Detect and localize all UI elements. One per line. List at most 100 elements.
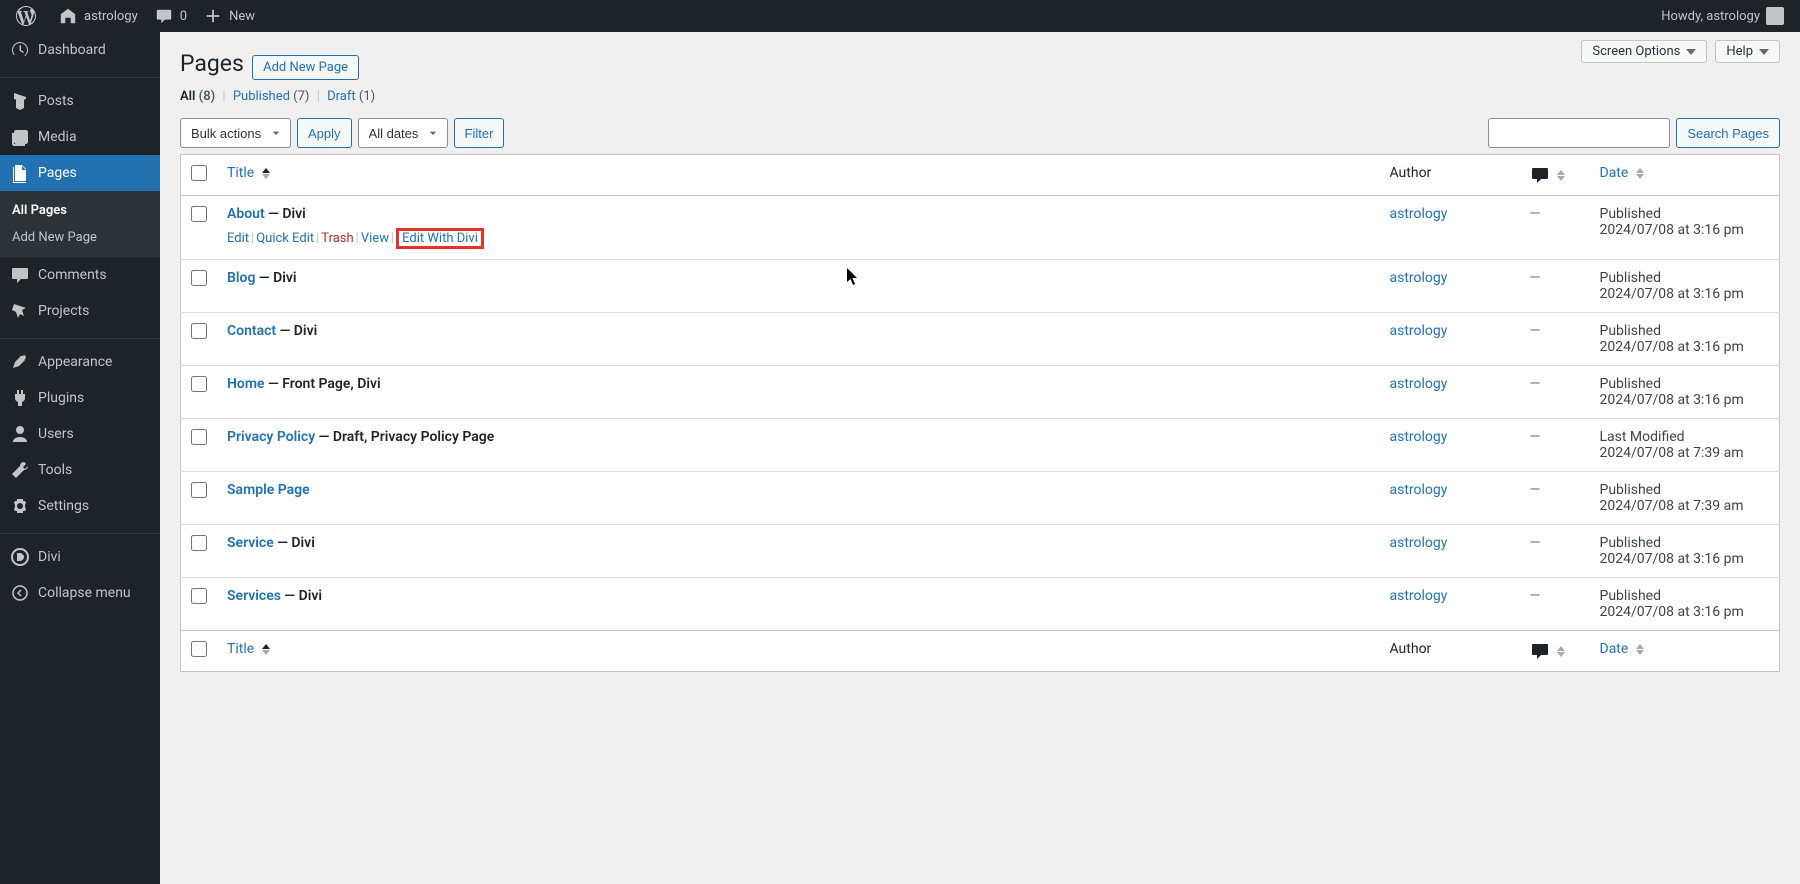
new-content-link[interactable]: New (195, 0, 263, 32)
page-title-link[interactable]: Blog (227, 270, 255, 286)
page-title-link[interactable]: Contact (227, 323, 276, 339)
page-title-link[interactable]: Home (227, 376, 265, 392)
row-checkbox[interactable] (191, 482, 207, 498)
row-checkbox[interactable] (191, 429, 207, 445)
author-link[interactable]: astrology (1390, 588, 1448, 604)
sidebar-item-divi[interactable]: Divi (0, 539, 160, 575)
sidebar-item-settings[interactable]: Settings (0, 488, 160, 524)
chevron-down-icon (1686, 49, 1696, 55)
sidebar-subitem[interactable]: Add New Page (0, 224, 160, 251)
col-header-author[interactable]: Author (1380, 155, 1520, 196)
comment-bubble-icon (1530, 167, 1553, 183)
sidebar-subitem[interactable]: All Pages (0, 197, 160, 224)
filter-all[interactable]: All (8) (180, 89, 215, 104)
comments-count: — (1530, 535, 1541, 551)
sidebar-item-appearance[interactable]: Appearance (0, 344, 160, 380)
col-footer-date[interactable]: Date (1590, 631, 1780, 672)
user-greeting[interactable]: Howdy, astrology (1653, 0, 1792, 32)
date-value: 2024/07/08 at 7:39 am (1600, 498, 1770, 514)
author-link[interactable]: astrology (1390, 429, 1448, 445)
search-pages-button[interactable]: Search Pages (1676, 118, 1780, 148)
table-row: Blog — Diviastrology—Published2024/07/08… (181, 260, 1780, 313)
sidebar-item-comments[interactable]: Comments (0, 257, 160, 293)
wp-logo[interactable] (8, 0, 50, 32)
filter-button[interactable]: Filter (454, 118, 505, 148)
sidebar-item-label: Dashboard (38, 42, 106, 58)
col-footer-title[interactable]: Title (217, 631, 1380, 672)
sidebar-item-dashboard[interactable]: Dashboard (0, 32, 160, 68)
edit-with-divi-link[interactable]: Edit With Divi (402, 231, 478, 246)
sidebar-item-users[interactable]: Users (0, 416, 160, 452)
sidebar-item-collapse[interactable]: Collapse menu (0, 575, 160, 611)
page-suffix: — Divi (281, 588, 322, 604)
page-title-link[interactable]: Services (227, 588, 281, 604)
date-value: 2024/07/08 at 3:16 pm (1600, 339, 1770, 355)
page-title-link[interactable]: About (227, 206, 265, 222)
apply-button[interactable]: Apply (297, 118, 352, 148)
edit-link[interactable]: Edit (227, 231, 249, 246)
col-header-date[interactable]: Date (1590, 155, 1780, 196)
date-filter-select[interactable]: All dates (358, 118, 448, 148)
date-value: 2024/07/08 at 3:16 pm (1600, 286, 1770, 302)
sidebar-item-posts[interactable]: Posts (0, 83, 160, 119)
row-checkbox[interactable] (191, 270, 207, 286)
date-status: Published (1600, 376, 1770, 392)
select-all-checkbox[interactable] (191, 165, 207, 181)
sidebar-item-label: Posts (38, 93, 74, 109)
home-icon (58, 6, 78, 26)
page-title-link[interactable]: Sample Page (227, 482, 310, 498)
author-link[interactable]: astrology (1390, 323, 1448, 339)
col-footer-comments[interactable] (1520, 631, 1590, 672)
author-link[interactable]: astrology (1390, 270, 1448, 286)
sidebar-item-plugins[interactable]: Plugins (0, 380, 160, 416)
comments-count: 0 (180, 9, 187, 24)
col-header-title[interactable]: Title (217, 155, 1380, 196)
comments-link[interactable]: 0 (146, 0, 195, 32)
author-link[interactable]: astrology (1390, 206, 1448, 222)
page-title: Pages (180, 41, 244, 81)
sidebar-item-media[interactable]: Media (0, 119, 160, 155)
add-new-page-button[interactable]: Add New Page (252, 55, 359, 80)
author-link[interactable]: astrology (1390, 535, 1448, 551)
comments-count: — (1530, 482, 1541, 498)
col-header-comments[interactable] (1520, 155, 1590, 196)
page-title-link[interactable]: Service (227, 535, 274, 551)
row-checkbox[interactable] (191, 376, 207, 392)
page-title-link[interactable]: Privacy Policy (227, 429, 315, 445)
site-name-link[interactable]: astrology (50, 0, 146, 32)
date-value: 2024/07/08 at 3:16 pm (1600, 222, 1770, 238)
sidebar-item-projects[interactable]: Projects (0, 293, 160, 329)
select-all-checkbox-footer[interactable] (191, 641, 207, 657)
filter-draft[interactable]: Draft (1) (327, 89, 375, 104)
quick-edit-link[interactable]: Quick Edit (256, 231, 314, 246)
trash-link[interactable]: Trash (321, 231, 353, 246)
comments-count: — (1530, 588, 1541, 604)
tools-icon (10, 460, 30, 480)
view-link[interactable]: View (361, 231, 389, 246)
row-checkbox[interactable] (191, 323, 207, 339)
table-row: Services — Diviastrology—Published2024/0… (181, 578, 1780, 631)
plus-icon (203, 6, 223, 26)
bulk-actions-select[interactable]: Bulk actions (180, 118, 291, 148)
row-checkbox[interactable] (191, 535, 207, 551)
page-suffix: — Divi (274, 535, 315, 551)
posts-icon (10, 91, 30, 111)
page-suffix: — Divi (265, 206, 306, 222)
help-label: Help (1726, 44, 1753, 59)
sidebar-item-label: Appearance (38, 354, 112, 370)
col-footer-author[interactable]: Author (1380, 631, 1520, 672)
sidebar-item-pages[interactable]: Pages (0, 155, 160, 191)
table-row: Privacy Policy — Draft, Privacy Policy P… (181, 419, 1780, 472)
table-row: Service — Diviastrology—Published2024/07… (181, 525, 1780, 578)
search-input[interactable] (1488, 118, 1670, 148)
row-checkbox[interactable] (191, 206, 207, 222)
filter-published[interactable]: Published (7) (233, 89, 310, 104)
comments-icon (10, 265, 30, 285)
help-button[interactable]: Help (1715, 40, 1780, 63)
author-link[interactable]: astrology (1390, 482, 1448, 498)
sidebar-item-tools[interactable]: Tools (0, 452, 160, 488)
author-link[interactable]: astrology (1390, 376, 1448, 392)
projects-icon (10, 301, 30, 321)
screen-options-button[interactable]: Screen Options (1581, 40, 1707, 63)
row-checkbox[interactable] (191, 588, 207, 604)
